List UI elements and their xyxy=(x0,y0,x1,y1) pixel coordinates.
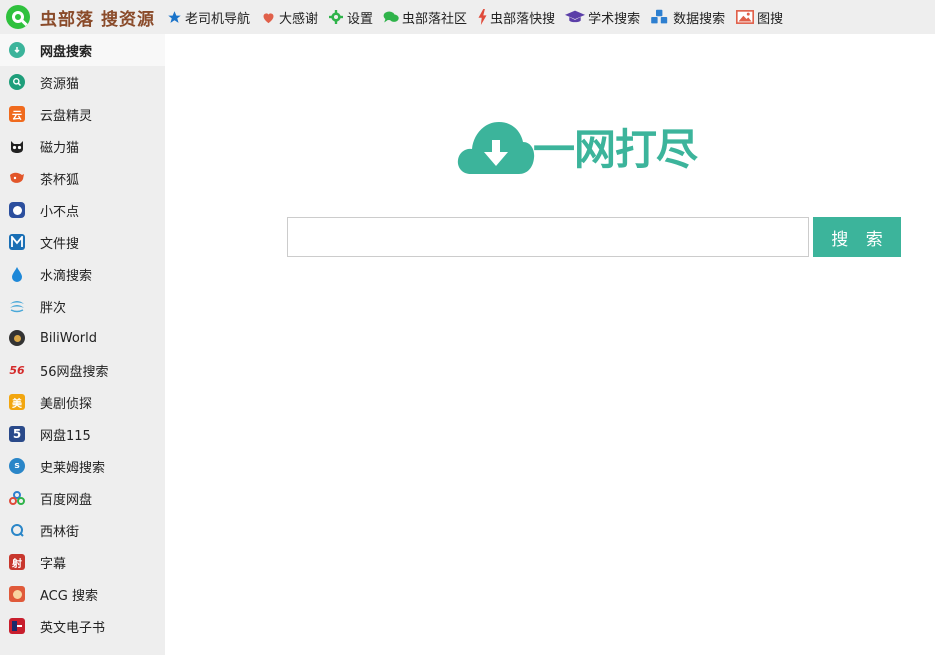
sidebar-item-label: 水滴搜索 xyxy=(40,268,93,284)
sidebar-item-biliworld[interactable]: BiliWorld xyxy=(0,322,165,354)
dot-icon xyxy=(9,202,25,218)
sidebar-item-56wangpan[interactable]: 56 56网盘搜索 xyxy=(0,354,165,386)
sidebar-item-label: 资源猫 xyxy=(40,76,80,92)
brand-name: 虫部落 搜资源 xyxy=(40,5,155,30)
image-icon xyxy=(735,9,754,25)
file-search-icon xyxy=(9,234,25,250)
wave-icon xyxy=(9,298,25,314)
sidebar-item-meiju[interactable]: 美美剧侦探 xyxy=(0,386,165,418)
chat-icon xyxy=(383,9,399,25)
nav-image-search[interactable]: 图搜 xyxy=(735,8,783,27)
brand-name-part1: 虫部落 xyxy=(40,9,94,30)
search-button[interactable]: 搜 索 xyxy=(813,217,901,257)
sidebar-item-xiaobudian[interactable]: 小不点 xyxy=(0,194,165,226)
acg-icon xyxy=(9,586,25,602)
nav-community[interactable]: 虫部落社区 xyxy=(383,8,467,27)
q-search-icon xyxy=(9,522,25,538)
search-icon xyxy=(9,74,25,90)
nav-label: 大感谢 xyxy=(279,11,319,27)
sidebar-item-label: 茶杯狐 xyxy=(40,172,80,188)
sidebar-item-label: 英文电子书 xyxy=(40,620,106,636)
brand[interactable]: 虫部落 搜资源 xyxy=(0,0,166,34)
five-icon: 5 xyxy=(9,426,25,442)
cubes-icon xyxy=(650,9,670,25)
sidebar-item-ebook[interactable]: 英文电子书 xyxy=(0,610,165,642)
water-drop-icon xyxy=(9,266,25,282)
cloud-download-icon xyxy=(457,122,535,174)
slime-icon: s xyxy=(9,458,25,474)
nav-label: 虫部落社区 xyxy=(402,11,468,27)
sidebar-item-xilinjie[interactable]: 西林街 xyxy=(0,514,165,546)
bolt-icon xyxy=(477,9,487,25)
mei-icon: 美 xyxy=(9,394,25,410)
sidebar-item-acg[interactable]: ACG 搜索 xyxy=(0,578,165,610)
brand-name-part2: 搜资源 xyxy=(101,9,155,30)
sidebar-item-label: 西林街 xyxy=(40,524,80,540)
site-logo: 一网打尽 xyxy=(457,118,737,178)
sidebar-item-label: 56网盘搜索 xyxy=(40,364,109,380)
nav-label: 数据搜索 xyxy=(673,11,726,27)
sidebar-item-label: 美剧侦探 xyxy=(40,396,93,412)
yun-icon: 云 xyxy=(9,106,25,122)
sidebar-item-shuidi[interactable]: 水滴搜索 xyxy=(0,258,165,290)
biliworld-icon xyxy=(9,330,25,346)
nav-settings[interactable]: 设置 xyxy=(328,8,373,27)
star-icon xyxy=(166,9,182,25)
subtitle-icon: 射 xyxy=(9,554,25,570)
sidebar-item-label: 磁力猫 xyxy=(40,140,80,156)
search-logo-icon xyxy=(6,5,30,29)
sidebar-item-chabeihu[interactable]: 茶杯狐 xyxy=(0,162,165,194)
nav-label: 学术搜索 xyxy=(588,11,641,27)
graduation-cap-icon xyxy=(565,9,586,25)
nav-quicksearch[interactable]: 虫部落快搜 xyxy=(477,8,555,27)
sidebar-item-wangpan115[interactable]: 5 网盘115 xyxy=(0,418,165,450)
sidebar-item-wenjiansou[interactable]: 文件搜 xyxy=(0,226,165,258)
nav-academic[interactable]: 学术搜索 xyxy=(565,8,640,27)
sidebar: 网盘搜索 资源猫 云云盘精灵 磁力猫 茶杯狐 小不点 文件搜 水滴搜索 胖次 B… xyxy=(0,34,165,655)
sidebar-item-label: 文件搜 xyxy=(40,236,80,252)
sidebar-item-wangpan[interactable]: 网盘搜索 xyxy=(0,34,165,66)
ebook-icon xyxy=(9,618,25,634)
sidebar-item-baiduwangpan[interactable]: 百度网盘 xyxy=(0,482,165,514)
sidebar-item-label: 云盘精灵 xyxy=(40,108,93,124)
nav-label: 虫部落快搜 xyxy=(490,11,556,27)
sidebar-item-ziyuanmao[interactable]: 资源猫 xyxy=(0,66,165,98)
gear-icon xyxy=(328,9,344,25)
sidebar-item-label: 史莱姆搜索 xyxy=(40,460,106,476)
sidebar-item-label: ACG 搜索 xyxy=(40,588,98,604)
sidebar-item-label: 网盘搜索 xyxy=(40,44,93,60)
56-icon: 56 xyxy=(9,363,25,377)
sidebar-item-yunpanjingling[interactable]: 云云盘精灵 xyxy=(0,98,165,130)
sidebar-item-label: 百度网盘 xyxy=(40,492,93,508)
sidebar-item-zimu[interactable]: 射字幕 xyxy=(0,546,165,578)
sidebar-item-shilaimu[interactable]: s 史莱姆搜索 xyxy=(0,450,165,482)
nav-label: 设置 xyxy=(347,11,374,27)
nav-thanks[interactable]: 大感谢 xyxy=(260,8,318,27)
top-nav: 老司机导航 大感谢 设置 虫部落社区 虫部落快搜 学术搜索 数据搜索 图搜 xyxy=(166,0,793,34)
nav-label: 老司机导航 xyxy=(185,11,251,27)
cloud-download-icon xyxy=(9,42,25,58)
logo-text: 一网打尽 xyxy=(533,125,698,174)
heart-icon xyxy=(260,9,276,25)
nav-data[interactable]: 数据搜索 xyxy=(650,8,725,27)
sidebar-item-pangci[interactable]: 胖次 xyxy=(0,290,165,322)
search-input[interactable] xyxy=(287,217,809,257)
fox-icon xyxy=(9,170,25,186)
sidebar-item-label: 胖次 xyxy=(40,300,67,316)
sidebar-item-label: BiliWorld xyxy=(40,330,98,346)
sidebar-item-label: 小不点 xyxy=(40,204,80,220)
sidebar-item-cilimao[interactable]: 磁力猫 xyxy=(0,130,165,162)
baidu-cloud-icon xyxy=(9,490,25,506)
sidebar-item-label: 字幕 xyxy=(40,556,67,572)
nav-laosiji[interactable]: 老司机导航 xyxy=(166,8,250,27)
top-bar: 虫部落 搜资源 老司机导航 大感谢 设置 虫部落社区 虫部落快搜 学术搜索 数据… xyxy=(0,0,935,34)
cat-icon xyxy=(9,138,25,154)
nav-label: 图搜 xyxy=(757,11,784,27)
sidebar-item-label: 网盘115 xyxy=(40,428,91,444)
